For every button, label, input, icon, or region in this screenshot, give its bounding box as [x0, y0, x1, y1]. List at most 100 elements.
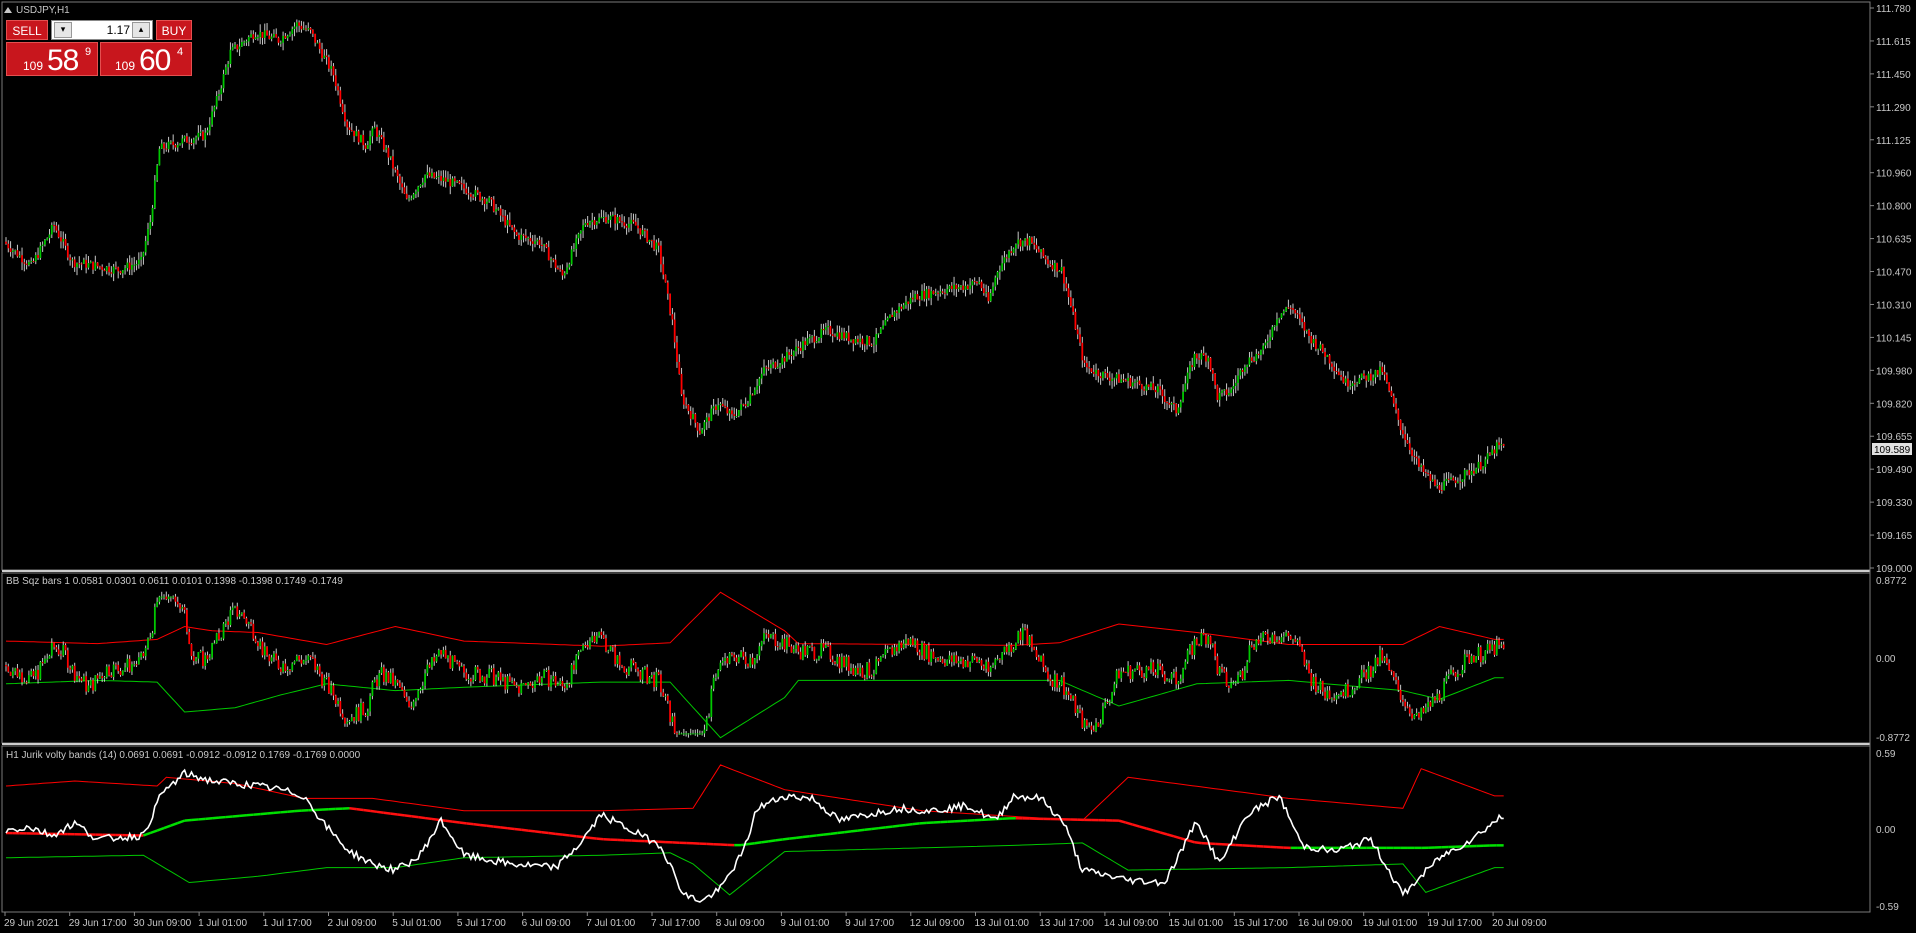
candle [1008, 251, 1010, 259]
bb-bar [1173, 671, 1175, 674]
buy-price-button[interactable]: 109 60 4 [100, 42, 192, 77]
bb-bar [1202, 633, 1205, 636]
candle [1493, 449, 1496, 454]
candle [62, 238, 65, 242]
bb-bar [900, 642, 903, 648]
jurik-middle-line [246, 813, 254, 817]
bb-bar [637, 668, 639, 672]
bb-bar [820, 643, 823, 657]
bb-bar [415, 698, 417, 702]
chart-canvas[interactable]: USDJPY,H1 BB Sqz bars 1 0.0581 0.0301 0.… [0, 0, 1916, 933]
bb-bar [289, 670, 291, 672]
candle [536, 239, 539, 242]
candle [37, 255, 39, 258]
bb-bar [790, 646, 793, 653]
candle [531, 241, 534, 244]
lot-size-value[interactable]: 1.17 [74, 23, 130, 37]
candle [1424, 472, 1427, 474]
candle [1477, 461, 1480, 469]
lot-increase-button[interactable]: ▴ [132, 22, 150, 38]
bb-bar [197, 652, 200, 659]
jurik-middle-line [589, 836, 597, 840]
candle [53, 224, 55, 226]
lot-decrease-button[interactable]: ▾ [54, 22, 72, 38]
candle [877, 333, 880, 335]
candle [556, 267, 559, 270]
candle [1390, 390, 1393, 396]
bb-bar [39, 662, 42, 680]
candle [243, 41, 246, 43]
sell-price-button[interactable]: 109 58 9 [6, 42, 98, 77]
bb-bar [1342, 691, 1345, 697]
candle [44, 240, 46, 245]
candle [151, 207, 154, 223]
jurik-middle-line [149, 829, 158, 835]
bb-bar [28, 675, 30, 683]
candle [481, 198, 484, 201]
bb-bar [474, 666, 477, 680]
bb-bar [760, 641, 763, 647]
candle [421, 182, 424, 185]
candle [160, 143, 163, 149]
bb-bar [16, 668, 19, 677]
buy-button[interactable]: BUY [156, 20, 192, 40]
candle [76, 263, 78, 268]
bb-bar [119, 670, 122, 676]
candle [1486, 453, 1489, 460]
collapse-arrow-icon[interactable] [4, 7, 12, 13]
candle [85, 259, 88, 268]
bb-bar [449, 655, 452, 669]
bb-bar [1127, 665, 1129, 673]
candle [593, 220, 596, 225]
sell-button[interactable]: SELL [6, 20, 48, 40]
bb-bar [174, 596, 177, 602]
candle [1331, 363, 1333, 367]
bb-bar [188, 631, 191, 644]
jurik-middle-line [142, 831, 151, 837]
candle [186, 136, 188, 143]
candle [813, 336, 816, 343]
bb-bar [385, 672, 388, 682]
bb-bar [840, 656, 843, 669]
bb-bar [1129, 665, 1132, 680]
candle [1248, 357, 1251, 365]
candle [449, 179, 452, 187]
bb-bar [1186, 650, 1189, 662]
candle [252, 34, 255, 40]
candle [1108, 377, 1111, 381]
bb-bar [311, 656, 314, 659]
bb-bar [1260, 637, 1262, 644]
bb-bar [373, 679, 376, 683]
candle [408, 198, 410, 200]
candle [1463, 470, 1466, 480]
bb-bar [630, 660, 633, 668]
candle [295, 22, 298, 27]
bb-bar [1312, 676, 1315, 687]
jurik-middle-line [156, 826, 165, 832]
bb-bar [877, 658, 880, 662]
jurik-middle-line [493, 825, 501, 829]
candle [87, 263, 90, 268]
bb-bar [380, 667, 383, 674]
bb-bar [744, 656, 747, 665]
candle [250, 34, 252, 37]
candle [140, 256, 143, 260]
candle [202, 131, 204, 140]
bb-bar [14, 668, 17, 672]
jurik-middle-line [445, 819, 453, 823]
bb-bar [499, 672, 502, 681]
candle [309, 28, 312, 30]
candle [259, 32, 262, 38]
bb-bar [334, 695, 337, 704]
candle [311, 29, 314, 34]
lot-size-field[interactable]: ▾ 1.17 ▴ [51, 20, 153, 40]
candle [1399, 419, 1402, 431]
bb-bar [76, 676, 78, 681]
bb-bar [1081, 710, 1084, 728]
candle [969, 285, 971, 289]
candle [1074, 311, 1077, 330]
candle [385, 147, 388, 150]
candlestick-series [5, 19, 1505, 494]
bb-bar [204, 655, 207, 666]
candle [1221, 390, 1223, 393]
